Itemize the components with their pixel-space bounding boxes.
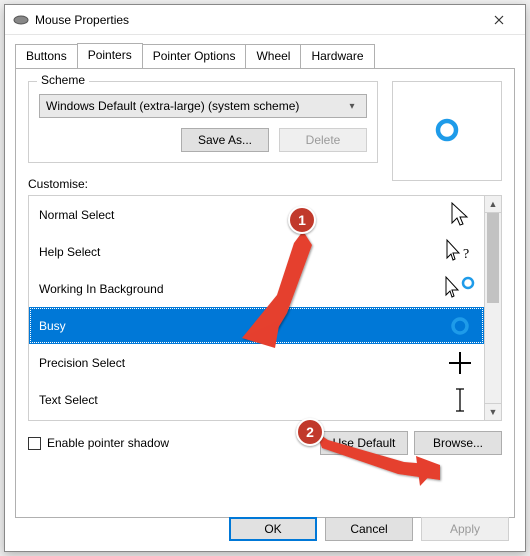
list-item-selected[interactable]: Busy	[29, 307, 484, 344]
busy-cursor-icon	[442, 307, 478, 344]
help-cursor-icon: ?	[442, 233, 478, 270]
list-item-label: Busy	[39, 319, 66, 333]
use-default-button[interactable]: Use Default	[320, 431, 408, 455]
chevron-down-icon: ▾	[344, 101, 360, 112]
list-item-label: Precision Select	[39, 356, 125, 370]
list-item[interactable]: Normal Select	[29, 196, 484, 233]
scheme-selected-text: Windows Default (extra-large) (system sc…	[46, 99, 299, 113]
scheme-legend: Scheme	[37, 73, 89, 87]
close-button[interactable]	[479, 6, 519, 34]
tab-panel-pointers: Scheme Windows Default (extra-large) (sy…	[15, 68, 515, 518]
busy-ring-icon	[433, 116, 461, 147]
list-item[interactable]: Text Select	[29, 381, 484, 418]
ok-button[interactable]: OK	[229, 517, 317, 541]
enable-shadow-label: Enable pointer shadow	[47, 436, 314, 450]
browse-button[interactable]: Browse...	[414, 431, 502, 455]
tabstrip: Buttons Pointers Pointer Options Wheel H…	[5, 35, 525, 68]
list-item-label: Normal Select	[39, 208, 114, 222]
apply-button: Apply	[421, 517, 509, 541]
list-item-label: Text Select	[39, 393, 98, 407]
list-item[interactable]: Working In Background	[29, 270, 484, 307]
tab-hardware[interactable]: Hardware	[300, 44, 374, 69]
tab-wheel[interactable]: Wheel	[245, 44, 301, 69]
svg-text:?: ?	[463, 247, 469, 262]
save-as-button[interactable]: Save As...	[181, 128, 269, 152]
scheme-dropdown[interactable]: Windows Default (extra-large) (system sc…	[39, 94, 367, 118]
list-item[interactable]: Precision Select	[29, 344, 484, 381]
tab-pointer-options[interactable]: Pointer Options	[142, 44, 247, 69]
list-item-label: Help Select	[39, 245, 100, 259]
delete-button: Delete	[279, 128, 367, 152]
scroll-up-icon[interactable]: ▲	[485, 196, 501, 213]
crosshair-cursor-icon	[442, 344, 478, 381]
ibeam-cursor-icon	[442, 381, 478, 418]
arrow-cursor-icon	[442, 196, 478, 233]
enable-shadow-checkbox[interactable]	[28, 437, 41, 450]
scheme-group: Scheme Windows Default (extra-large) (sy…	[28, 81, 378, 163]
working-cursor-icon	[442, 270, 478, 307]
mouse-icon	[13, 12, 29, 28]
pointer-preview	[392, 81, 502, 181]
below-list-row: Enable pointer shadow Use Default Browse…	[28, 431, 502, 455]
list-item-label: Working In Background	[39, 282, 164, 296]
scroll-down-icon[interactable]: ▼	[485, 403, 501, 420]
titlebar: Mouse Properties	[5, 5, 525, 35]
dialog-footer: OK Cancel Apply	[229, 517, 509, 541]
window-title: Mouse Properties	[35, 13, 479, 27]
scrollbar-track[interactable]	[485, 303, 501, 403]
pointer-listbox[interactable]: Normal Select Help Select ? Wo	[28, 195, 502, 421]
scrollbar-thumb[interactable]	[487, 213, 499, 303]
tab-buttons[interactable]: Buttons	[15, 44, 78, 69]
tab-pointers[interactable]: Pointers	[77, 43, 143, 68]
cancel-button[interactable]: Cancel	[325, 517, 413, 541]
dialog-window: Mouse Properties Buttons Pointers Pointe…	[4, 4, 526, 552]
listbox-viewport: Normal Select Help Select ? Wo	[29, 196, 484, 420]
listbox-scrollbar[interactable]: ▲ ▼	[484, 196, 501, 420]
list-item[interactable]: Help Select ?	[29, 233, 484, 270]
